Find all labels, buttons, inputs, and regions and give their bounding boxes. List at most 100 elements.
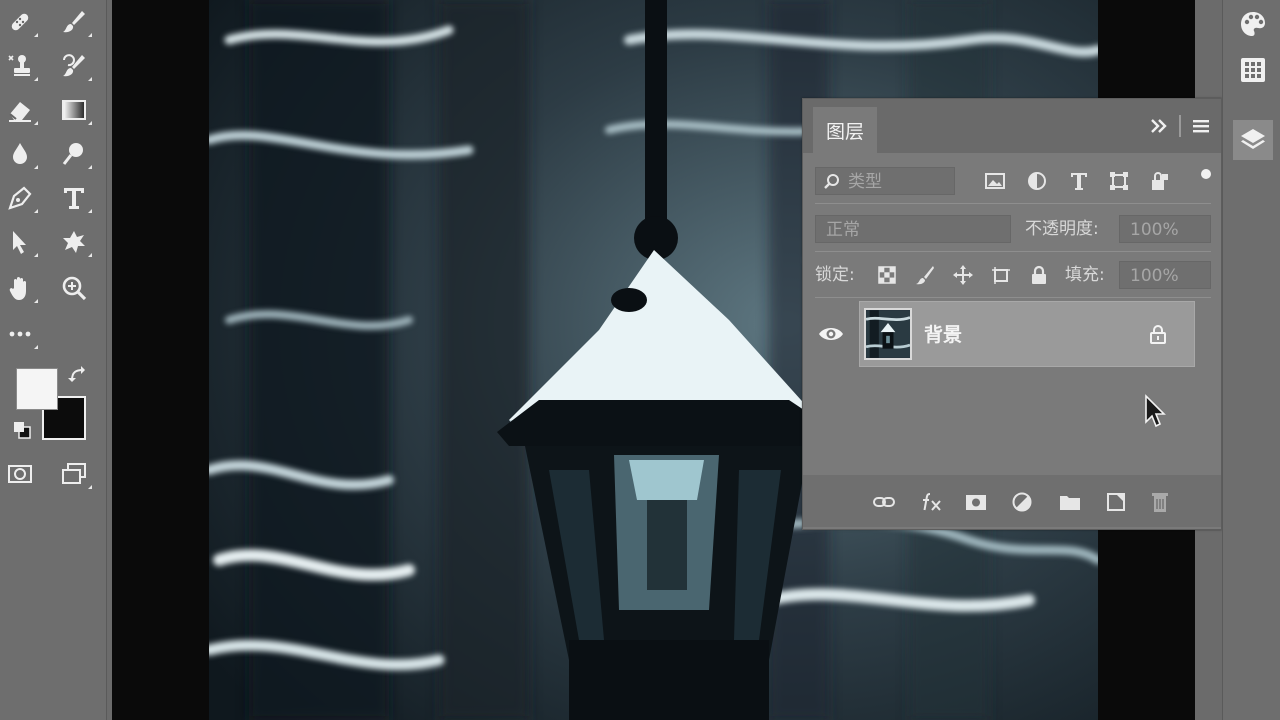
brush-lock-icon bbox=[916, 266, 934, 285]
dodge-icon bbox=[62, 143, 83, 165]
filter-toggle-switch[interactable] bbox=[1201, 169, 1211, 179]
panel-menu-button[interactable] bbox=[1191, 117, 1211, 135]
pen-tool[interactable] bbox=[2, 180, 38, 216]
hand-icon bbox=[9, 276, 27, 300]
hand-tool[interactable] bbox=[2, 270, 38, 306]
opacity-value: 100% bbox=[1130, 220, 1179, 240]
move-arrows-icon bbox=[953, 265, 973, 285]
panel-header: 图层 bbox=[803, 99, 1221, 153]
layer-style-button[interactable] bbox=[919, 489, 945, 515]
group-folder-icon bbox=[1060, 496, 1080, 510]
swatches-icon bbox=[1241, 12, 1265, 36]
path-selection-tool[interactable] bbox=[2, 224, 38, 260]
gradient-tool[interactable] bbox=[56, 92, 92, 128]
tab-layers[interactable]: 图层 bbox=[813, 107, 877, 153]
adjustment-filter-icon bbox=[1028, 172, 1046, 190]
fill-value: 100% bbox=[1130, 266, 1179, 286]
brush-icon bbox=[63, 11, 85, 33]
swatches-panel-button[interactable] bbox=[1233, 4, 1273, 44]
filter-smart-object-button[interactable] bbox=[1147, 169, 1171, 193]
artboard-icon bbox=[992, 267, 1010, 284]
opacity-input[interactable]: 100% bbox=[1119, 215, 1211, 243]
hamburger-menu-icon bbox=[1193, 120, 1209, 133]
layer-name[interactable]: 背景 bbox=[924, 320, 962, 347]
filter-pixel-button[interactable] bbox=[983, 169, 1007, 193]
new-adjustment-layer-button[interactable] bbox=[1009, 489, 1035, 515]
lock-icon bbox=[1032, 265, 1046, 284]
swap-colors-icon[interactable] bbox=[68, 364, 90, 386]
dodge-tool[interactable] bbox=[56, 136, 92, 172]
lock-position-button[interactable] bbox=[951, 263, 975, 287]
lock-image-pixels-button[interactable] bbox=[913, 263, 937, 287]
lock-all-button[interactable] bbox=[1027, 263, 1051, 287]
smart-object-filter-icon bbox=[1152, 172, 1168, 190]
filter-kind-text: 类型 bbox=[848, 172, 882, 192]
clone-stamp-tool[interactable] bbox=[2, 48, 38, 84]
gradient-icon bbox=[62, 100, 86, 120]
type-tool[interactable] bbox=[56, 180, 92, 216]
edit-toolbar-button[interactable] bbox=[2, 316, 38, 352]
more-tools-icon bbox=[9, 331, 31, 337]
double-chevron-right-icon bbox=[1151, 119, 1167, 133]
collapse-panel-button[interactable] bbox=[1147, 115, 1171, 137]
layer-lock-icon[interactable] bbox=[1146, 322, 1170, 346]
quick-mask-icon bbox=[8, 465, 32, 483]
add-layer-mask-button[interactable] bbox=[963, 489, 989, 515]
layer-mask-icon bbox=[966, 495, 986, 510]
new-layer-button[interactable] bbox=[1103, 489, 1129, 515]
new-layer-icon bbox=[1107, 493, 1125, 511]
screen-mode-button[interactable] bbox=[56, 456, 92, 492]
filter-shape-button[interactable] bbox=[1107, 169, 1131, 193]
custom-shape-tool[interactable] bbox=[56, 224, 92, 260]
layers-panel-footer bbox=[803, 475, 1221, 527]
tools-panel bbox=[0, 0, 107, 720]
blend-mode-select[interactable]: 正常 bbox=[815, 215, 1011, 243]
delete-layer-button[interactable] bbox=[1147, 489, 1173, 515]
filter-adjustment-button[interactable] bbox=[1025, 169, 1049, 193]
search-icon bbox=[824, 174, 839, 189]
new-group-button[interactable] bbox=[1057, 489, 1083, 515]
delete-icon bbox=[1152, 493, 1168, 512]
header-separator bbox=[1179, 115, 1181, 137]
quick-mask-button[interactable] bbox=[2, 456, 38, 492]
lock-artboard-button[interactable] bbox=[989, 263, 1013, 287]
divider bbox=[815, 297, 1211, 298]
opacity-label: 不透明度: bbox=[1025, 219, 1099, 239]
default-colors-icon[interactable] bbox=[12, 420, 32, 440]
lock-transparent-pixels-button[interactable] bbox=[875, 263, 899, 287]
eraser-icon bbox=[9, 102, 31, 122]
foreground-color-swatch[interactable] bbox=[16, 368, 58, 410]
image-filter-icon bbox=[985, 173, 1005, 189]
type-filter-icon bbox=[1071, 173, 1087, 190]
blur-icon bbox=[13, 143, 27, 164]
custom-shape-icon bbox=[63, 231, 85, 253]
checkerboard-icon bbox=[878, 266, 896, 284]
blend-mode-value: 正常 bbox=[826, 220, 860, 240]
zoom-icon bbox=[62, 276, 87, 301]
right-panel-dock bbox=[1222, 0, 1280, 720]
eye-icon[interactable] bbox=[817, 323, 845, 345]
layers-panel: 图层 类型 正常 不透明度: 100% 锁定: 填充: 100% 背景 bbox=[802, 98, 1222, 530]
color-swatches bbox=[10, 364, 90, 444]
healing-brush-icon bbox=[11, 13, 29, 31]
history-brush-tool[interactable] bbox=[56, 48, 92, 84]
layers-panel-button[interactable] bbox=[1233, 120, 1273, 160]
filter-type-button[interactable] bbox=[1067, 169, 1091, 193]
grid-icon bbox=[1241, 58, 1265, 82]
patterns-panel-button[interactable] bbox=[1233, 50, 1273, 90]
link-layers-button[interactable] bbox=[871, 489, 897, 515]
clone-stamp-icon bbox=[8, 55, 30, 76]
link-layers-icon bbox=[873, 497, 895, 507]
layer-thumbnail bbox=[864, 308, 912, 360]
fill-input[interactable]: 100% bbox=[1119, 261, 1211, 289]
divider bbox=[815, 251, 1211, 252]
blur-tool[interactable] bbox=[2, 136, 38, 172]
pen-icon bbox=[8, 186, 32, 210]
layer-row-background[interactable]: 背景 bbox=[859, 301, 1195, 367]
layers-icon bbox=[1241, 129, 1265, 149]
eraser-tool[interactable] bbox=[2, 92, 38, 128]
zoom-tool[interactable] bbox=[56, 270, 92, 306]
brush-tool[interactable] bbox=[56, 4, 92, 40]
healing-brush-tool[interactable] bbox=[2, 4, 38, 40]
lock-label: 锁定: bbox=[815, 265, 855, 285]
